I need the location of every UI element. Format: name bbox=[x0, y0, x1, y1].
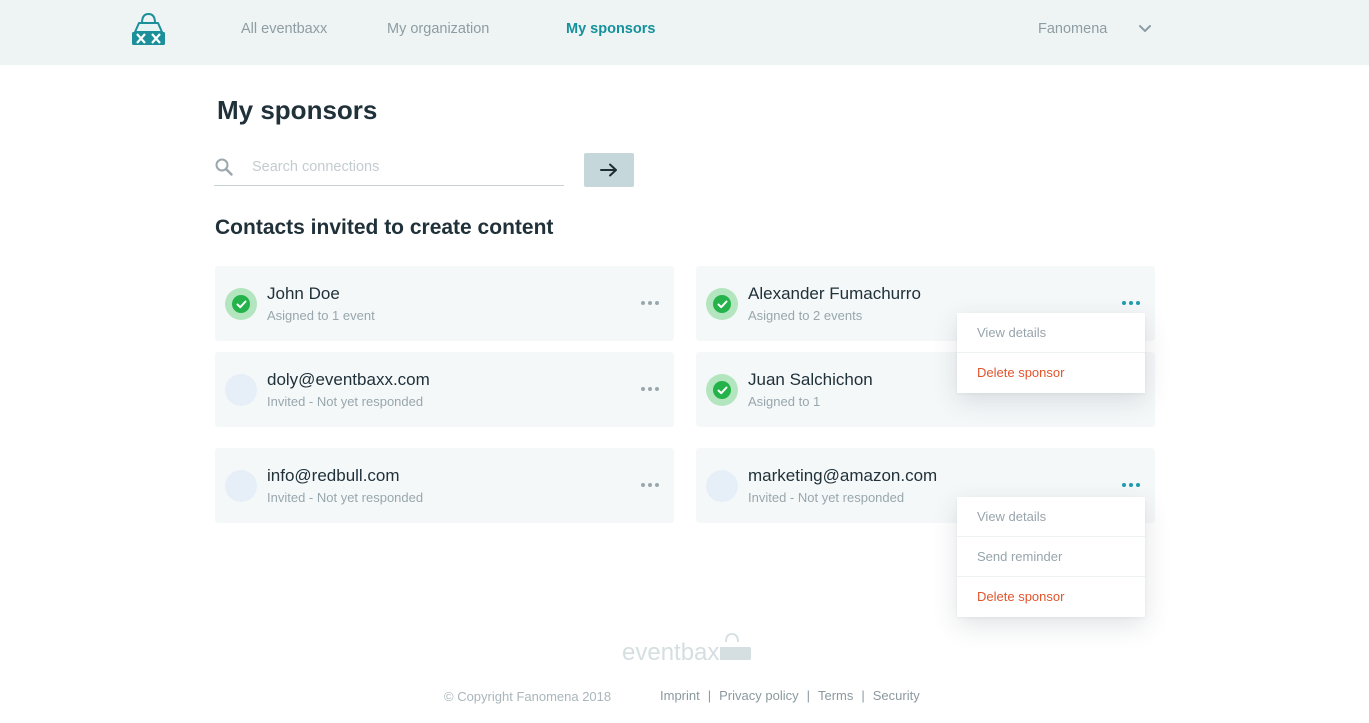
more-options-icon[interactable] bbox=[638, 379, 662, 399]
confirmed-status-icon bbox=[706, 374, 738, 406]
pending-status-icon bbox=[706, 470, 738, 502]
delete-sponsor-menu-item[interactable]: Delete sponsor bbox=[957, 353, 1145, 393]
footer-link-terms[interactable]: Terms bbox=[818, 688, 853, 703]
search-submit-button[interactable] bbox=[584, 153, 634, 187]
svg-text:eventbaxx: eventbaxx bbox=[622, 639, 731, 664]
contact-card[interactable]: doly@eventbaxx.com Invited - Not yet res… bbox=[215, 352, 674, 427]
link-separator: | bbox=[861, 688, 865, 703]
more-options-icon[interactable] bbox=[1119, 475, 1143, 495]
contact-status: Asigned to 1 event bbox=[267, 308, 375, 323]
more-options-icon[interactable] bbox=[638, 475, 662, 495]
eventbaxx-logo-icon[interactable] bbox=[131, 12, 166, 46]
arrow-right-icon bbox=[600, 163, 617, 177]
nav-my-organization[interactable]: My organization bbox=[387, 21, 489, 37]
contact-status: Asigned to 2 events bbox=[748, 308, 863, 323]
footer-link-imprint[interactable]: Imprint bbox=[660, 688, 700, 703]
eventbaxx-footer-logo: eventbaxx bbox=[622, 633, 751, 664]
confirmed-status-icon bbox=[225, 288, 257, 320]
contact-status: Invited - Not yet responded bbox=[267, 394, 424, 409]
nav-all-eventbaxx[interactable]: All eventbaxx bbox=[241, 21, 327, 37]
view-details-menu-item[interactable]: View details bbox=[957, 313, 1145, 353]
footer-links: Imprint | Privacy policy | Terms | Secur… bbox=[660, 688, 920, 703]
section-title: Contacts invited to create content bbox=[215, 216, 554, 239]
contact-name: Juan Salchichon bbox=[748, 370, 873, 389]
chevron-down-icon[interactable] bbox=[1138, 24, 1152, 34]
contact-name: Alexander Fumachurro bbox=[748, 284, 921, 303]
contact-name: info@redbull.com bbox=[267, 466, 400, 485]
view-details-menu-item[interactable]: View details bbox=[957, 497, 1145, 537]
contact-card[interactable]: info@redbull.com Invited - Not yet respo… bbox=[215, 448, 674, 523]
footer-link-security[interactable]: Security bbox=[873, 688, 920, 703]
pending-status-icon bbox=[225, 374, 257, 406]
link-separator: | bbox=[806, 688, 810, 703]
contact-name: marketing@amazon.com bbox=[748, 466, 938, 485]
delete-sponsor-menu-item[interactable]: Delete sponsor bbox=[957, 577, 1145, 617]
search-bar bbox=[214, 152, 564, 186]
contact-status: Asigned to 1 bbox=[748, 394, 821, 409]
link-separator: | bbox=[707, 688, 712, 703]
footer-link-privacy-policy[interactable]: Privacy policy bbox=[719, 688, 798, 703]
search-input[interactable] bbox=[252, 156, 552, 178]
top-navigation-bar: All eventbaxx My organization My sponsor… bbox=[0, 0, 1369, 65]
copyright-text: © Copyright Fanomena 2018 bbox=[444, 689, 612, 704]
contact-name: John Doe bbox=[267, 284, 340, 303]
more-options-icon[interactable] bbox=[1119, 293, 1143, 313]
nav-my-sponsors[interactable]: My sponsors bbox=[566, 21, 655, 37]
user-menu-label[interactable]: Fanomena bbox=[1038, 21, 1107, 37]
pending-status-icon bbox=[225, 470, 257, 502]
sponsor-options-menu: View details Delete sponsor bbox=[957, 313, 1145, 393]
contact-name: doly@eventbaxx.com bbox=[267, 370, 430, 389]
contact-card[interactable]: John Doe Asigned to 1 event bbox=[215, 266, 674, 341]
more-options-icon[interactable] bbox=[638, 293, 662, 313]
sponsor-options-menu: View details Send reminder Delete sponso… bbox=[957, 497, 1145, 617]
send-reminder-menu-item[interactable]: Send reminder bbox=[957, 537, 1145, 577]
search-icon bbox=[215, 158, 233, 176]
contact-status: Invited - Not yet responded bbox=[748, 490, 905, 505]
confirmed-status-icon bbox=[706, 288, 738, 320]
contact-status: Invited - Not yet responded bbox=[267, 490, 424, 505]
page-title: My sponsors bbox=[217, 95, 378, 125]
